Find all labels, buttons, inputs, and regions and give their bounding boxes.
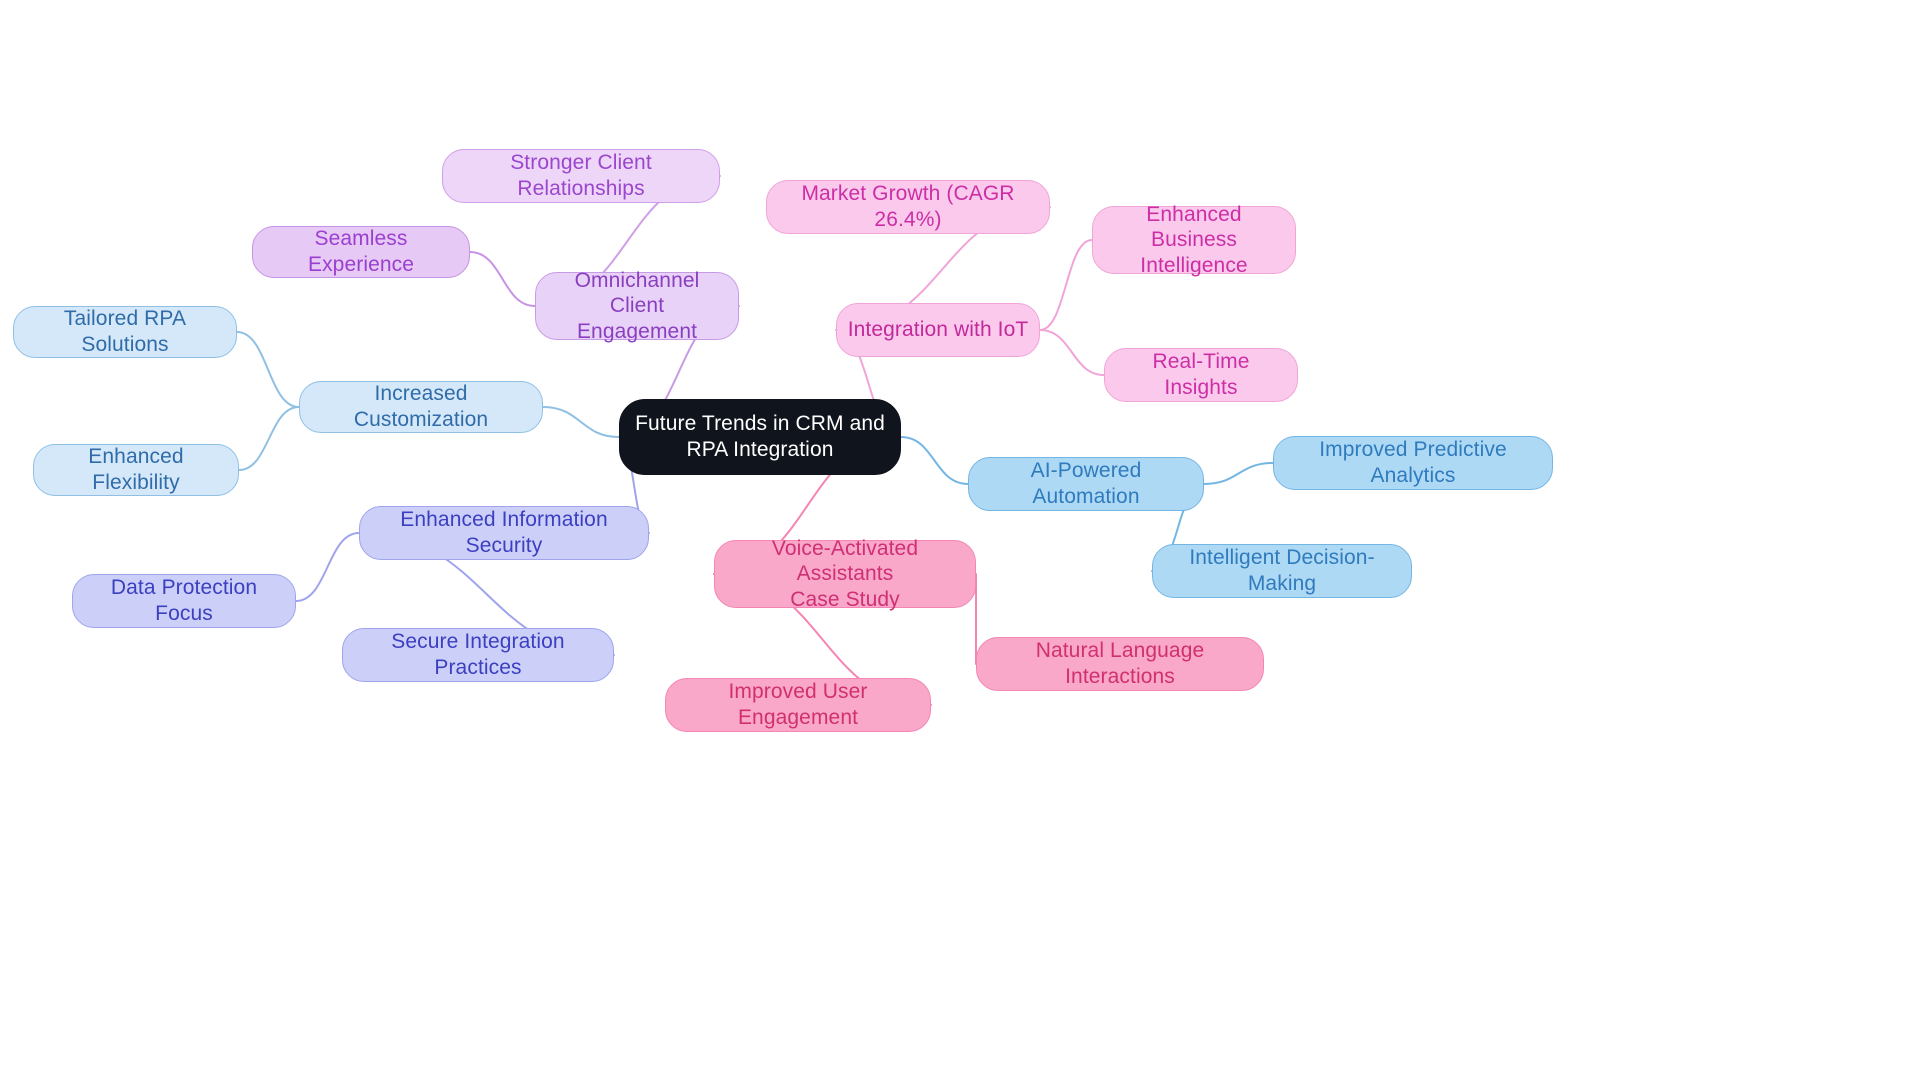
mindmap-edge: [1039, 239, 1093, 331]
mindmap-node-enhanced-information-security[interactable]: Enhanced Information Security: [359, 506, 649, 560]
mindmap-canvas: Future Trends in CRM and RPA Integration…: [0, 0, 1920, 1083]
mindmap-node-label: Improved User Engagement: [728, 680, 868, 729]
mindmap-node-label: Natural Language Interactions: [1035, 639, 1205, 688]
mindmap-node-label: Enhanced Flexibility: [88, 445, 184, 494]
mindmap-node-seamless-experience[interactable]: Seamless Experience: [252, 226, 470, 278]
mindmap-edge: [469, 251, 536, 307]
mindmap-node-increased-customization[interactable]: Increased Customization: [299, 381, 543, 433]
mindmap-node-enhanced-flexibility[interactable]: Enhanced Flexibility: [33, 444, 239, 496]
mindmap-node-natural-language-interactions[interactable]: Natural Language Interactions: [976, 637, 1264, 691]
mindmap-node-label: Real-Time Insights: [1152, 350, 1250, 399]
mindmap-node-label: Enhanced Business Intelligence: [1140, 202, 1248, 277]
mindmap-node-label: Enhanced Information Security: [400, 508, 608, 557]
mindmap-edge: [238, 406, 300, 471]
mindmap-node-label: Future Trends in CRM and RPA Integration: [635, 412, 885, 461]
mindmap-node-omnichannel-client-engagement[interactable]: Omnichannel Client Engagement: [535, 269, 739, 343]
mindmap-node-label: Integration with IoT: [847, 318, 1029, 342]
mindmap-node-voice-activated-assistants[interactable]: Voice-Activated Assistants Case Study: [714, 537, 976, 611]
mindmap-edge: [900, 436, 969, 485]
mindmap-node-data-protection-focus[interactable]: Data Protection Focus: [72, 574, 296, 628]
mindmap-node-label: Tailored RPA Solutions: [63, 307, 187, 356]
mindmap-edge: [236, 331, 300, 408]
mindmap-node-label: Improved Predictive Analytics: [1319, 438, 1507, 487]
mindmap-node-secure-integration-practices[interactable]: Secure Integration Practices: [342, 628, 614, 682]
mindmap-node-label: AI-Powered Automation: [1030, 459, 1142, 508]
mindmap-node-label: Intelligent Decision-Making: [1189, 546, 1375, 595]
mindmap-node-tailored-rpa-solutions[interactable]: Tailored RPA Solutions: [13, 306, 237, 358]
mindmap-edge: [542, 406, 620, 438]
mindmap-node-real-time-insights[interactable]: Real-Time Insights: [1104, 348, 1298, 402]
mindmap-node-label: Stronger Client Relationships: [510, 151, 652, 200]
mindmap-node-label: Voice-Activated Assistants Case Study: [771, 536, 919, 611]
mindmap-node-root[interactable]: Future Trends in CRM and RPA Integration: [619, 399, 901, 475]
mindmap-node-label: Increased Customization: [353, 382, 489, 431]
mindmap-node-label: Data Protection Focus: [110, 576, 258, 625]
mindmap-node-label: Secure Integration Practices: [391, 630, 565, 679]
mindmap-node-ai-powered-automation[interactable]: AI-Powered Automation: [968, 457, 1204, 511]
mindmap-node-improved-user-engagement[interactable]: Improved User Engagement: [665, 678, 931, 732]
mindmap-node-improved-predictive-analytics[interactable]: Improved Predictive Analytics: [1273, 436, 1553, 490]
mindmap-node-stronger-client-relationships[interactable]: Stronger Client Relationships: [442, 149, 720, 203]
mindmap-node-market-growth[interactable]: Market Growth (CAGR 26.4%): [766, 180, 1050, 234]
mindmap-edge: [1039, 329, 1105, 376]
mindmap-edge: [1203, 462, 1274, 485]
mindmap-edge: [295, 532, 360, 602]
mindmap-node-label: Market Growth (CAGR 26.4%): [801, 182, 1015, 231]
mindmap-node-intelligent-decision-making[interactable]: Intelligent Decision-Making: [1152, 544, 1412, 598]
mindmap-node-enhanced-business-intelligence[interactable]: Enhanced Business Intelligence: [1092, 203, 1296, 277]
mindmap-node-integration-with-iot[interactable]: Integration with IoT: [836, 303, 1040, 357]
mindmap-node-label: Omnichannel Client Engagement: [574, 268, 700, 343]
mindmap-node-label: Seamless Experience: [307, 227, 415, 276]
